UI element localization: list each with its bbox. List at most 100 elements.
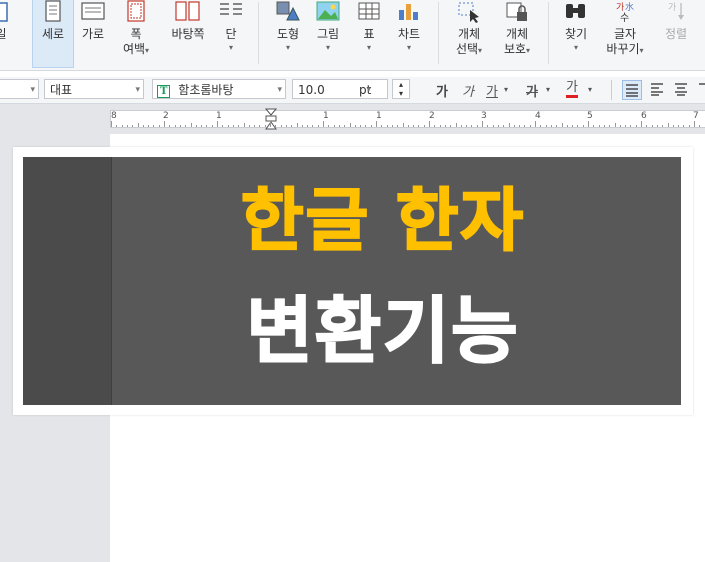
align-right-button[interactable] bbox=[696, 80, 705, 100]
ruler-tick bbox=[386, 125, 388, 127]
ruler-tick bbox=[672, 125, 674, 127]
font-type-icon: T bbox=[157, 85, 171, 98]
ribbon-separator bbox=[438, 2, 439, 64]
ruler-tick bbox=[524, 125, 526, 127]
ruler-tick bbox=[158, 125, 160, 127]
shapes-dropdown-arrow[interactable]: ▾ bbox=[286, 42, 290, 54]
portrait-label: 세로 bbox=[41, 27, 65, 41]
svg-text:가: 가 bbox=[616, 2, 624, 13]
ruler-tick bbox=[323, 121, 324, 127]
columns-dropdown-arrow[interactable]: ▾ bbox=[229, 42, 233, 54]
ruler-tick bbox=[492, 125, 494, 127]
ruler-tick bbox=[683, 125, 685, 127]
bold-button[interactable]: 가 bbox=[436, 81, 448, 100]
strike-dropdown-arrow[interactable]: ▾ bbox=[546, 85, 550, 94]
master-page-icon bbox=[174, 0, 202, 24]
chevron-down-icon[interactable]: ▾ bbox=[277, 80, 282, 100]
font-size-field[interactable]: 10.0 pt ▾ bbox=[292, 79, 388, 99]
ruler-tick bbox=[476, 125, 478, 127]
cut-off-button[interactable]: 일 bbox=[0, 0, 12, 42]
align-left-button[interactable] bbox=[648, 80, 668, 100]
chart-button[interactable]: 차트 ▾ bbox=[392, 0, 426, 54]
ruler-tick bbox=[508, 123, 510, 127]
find-button[interactable]: 찾기 ▾ bbox=[560, 0, 592, 54]
find-dropdown-arrow[interactable]: ▾ bbox=[574, 42, 578, 54]
ruler-tick bbox=[609, 125, 611, 127]
table-dropdown-arrow[interactable]: ▾ bbox=[367, 42, 371, 54]
ruler-tick bbox=[254, 125, 256, 127]
picture-dropdown-arrow[interactable]: ▾ bbox=[326, 42, 330, 54]
table-button[interactable]: 표 ▾ bbox=[354, 0, 384, 54]
ruler-tick bbox=[582, 125, 584, 127]
ribbon-separator bbox=[258, 2, 259, 64]
ruler-tick bbox=[429, 121, 430, 127]
ruler-tick bbox=[418, 125, 420, 127]
ruler-tick bbox=[519, 125, 521, 127]
title-banner-image[interactable]: 한글 한자 변환기능 bbox=[23, 157, 681, 405]
page-margin-sub-label: 여백▾ bbox=[122, 42, 150, 56]
ruler-tick bbox=[111, 121, 112, 127]
ruler-tick bbox=[164, 121, 165, 127]
ruler-tick bbox=[222, 125, 224, 127]
binoculars-icon bbox=[562, 0, 590, 24]
object-select-icon bbox=[455, 0, 483, 24]
font-size-value: 10.0 bbox=[298, 83, 325, 97]
chart-dropdown-arrow[interactable]: ▾ bbox=[407, 42, 411, 54]
char-convert-button[interactable]: 가水수 글자 바꾸기▾ bbox=[602, 0, 648, 57]
font-size-stepper[interactable]: ▴ ▾ bbox=[392, 79, 410, 99]
columns-button[interactable]: 단 ▾ bbox=[216, 0, 246, 54]
prev-combo[interactable]: ▾ bbox=[0, 79, 39, 99]
object-protect-sub-label: 보호▾ bbox=[503, 42, 531, 56]
font-color-button[interactable]: 가 bbox=[566, 81, 578, 98]
align-justify-icon bbox=[626, 84, 638, 97]
ruler-tick bbox=[280, 125, 282, 127]
ruler-tick bbox=[423, 125, 425, 127]
ruler-tick bbox=[662, 125, 664, 127]
font-value: 함초롬바탕 bbox=[178, 83, 234, 97]
ruler-tick bbox=[619, 125, 621, 127]
picture-button[interactable]: 그림 ▾ bbox=[312, 0, 344, 54]
ruler-tick bbox=[381, 125, 383, 127]
ruler-tick bbox=[116, 125, 118, 127]
chevron-down-icon[interactable]: ▾ bbox=[135, 80, 140, 100]
orientation-landscape-button[interactable]: 가로 bbox=[76, 0, 110, 42]
ruler-tick bbox=[413, 125, 415, 127]
font-select[interactable]: T 함초롬바탕 ▾ bbox=[152, 79, 286, 99]
picture-label: 그림 bbox=[316, 27, 340, 41]
ruler-tick bbox=[577, 125, 579, 127]
underline-dropdown-arrow[interactable]: ▾ bbox=[504, 85, 508, 94]
ruler-tick bbox=[227, 125, 229, 127]
ruler-tick bbox=[603, 125, 605, 127]
align-justify-button[interactable] bbox=[622, 80, 642, 100]
object-protect-button[interactable]: 개체 보호▾ bbox=[496, 0, 538, 57]
underline-button[interactable]: 가 bbox=[486, 81, 498, 100]
chevron-down-icon[interactable]: ▾ bbox=[366, 80, 371, 100]
sort-button[interactable]: 가 정렬 bbox=[658, 0, 694, 42]
chevron-down-icon[interactable]: ▾ bbox=[30, 80, 35, 100]
ruler-tick bbox=[195, 125, 197, 127]
page-icon bbox=[0, 0, 15, 24]
font-color-dropdown-arrow[interactable]: ▾ bbox=[588, 85, 592, 94]
horizontal-ruler[interactable]: 8 2 1 1 1 2 3 4 5 6 7 bbox=[110, 108, 705, 130]
italic-button[interactable]: 가 bbox=[462, 81, 474, 100]
ruler-tick bbox=[434, 125, 436, 127]
master-page-button[interactable]: 바탕쪽 bbox=[164, 0, 212, 42]
format-toolbar: ▾ 대표 ▾ T 함초롬바탕 ▾ 10.0 pt ▾ ▴ ▾ 가 가 가 ▾ 가 … bbox=[0, 77, 705, 104]
page-margin-button[interactable]: 폭 여백▾ bbox=[116, 0, 156, 57]
ruler-tick bbox=[296, 123, 298, 127]
ruler-number: 1 bbox=[323, 111, 329, 121]
ruler-tick bbox=[344, 125, 346, 127]
object-select-button[interactable]: 개체 선택▾ bbox=[450, 0, 488, 57]
ruler-tick bbox=[656, 125, 658, 127]
ruler-tick bbox=[264, 125, 266, 127]
align-center-button[interactable] bbox=[672, 80, 692, 100]
banner-title-line2: 변환기능 bbox=[246, 288, 520, 374]
shapes-button[interactable]: 도형 ▾ bbox=[272, 0, 304, 54]
strikethrough-button[interactable]: 가 bbox=[526, 81, 538, 100]
style-select[interactable]: 대표 ▾ bbox=[44, 79, 144, 99]
orientation-portrait-button[interactable]: 세로 bbox=[32, 0, 74, 68]
ruler-tick bbox=[238, 125, 240, 127]
ruler-tick bbox=[651, 125, 653, 127]
ruler-tick bbox=[312, 125, 314, 127]
ruler-tick bbox=[338, 125, 340, 127]
